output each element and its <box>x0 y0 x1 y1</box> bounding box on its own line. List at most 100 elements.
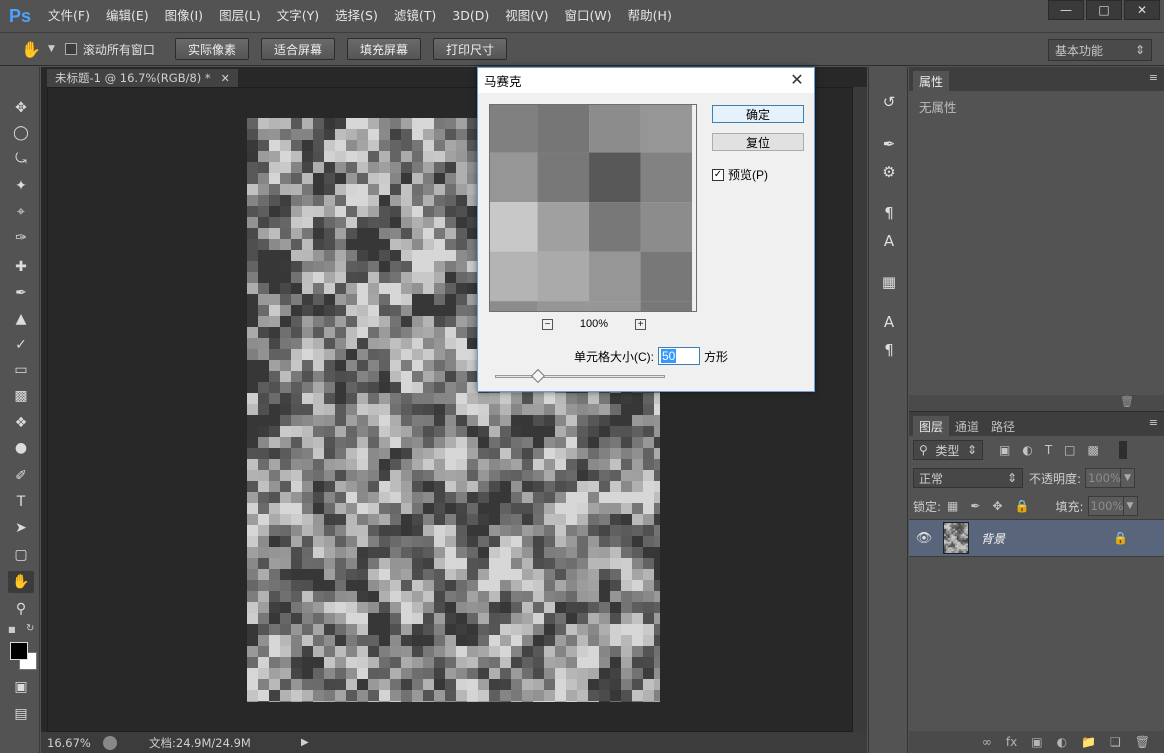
minimize-button[interactable]: — <box>1048 0 1084 20</box>
tab-channels[interactable]: 通道 <box>949 416 985 436</box>
tab-paths[interactable]: 路径 <box>985 416 1021 436</box>
paragraph-styles-icon[interactable]: ¶ <box>876 202 902 224</box>
clone-stamp-icon[interactable]: ▲ <box>8 308 34 330</box>
eyedropper-icon[interactable]: ✑ <box>8 227 34 249</box>
filter-preview[interactable] <box>489 104 697 312</box>
opacity-input[interactable]: 100% <box>1085 468 1122 488</box>
scroll-all-windows-checkbox[interactable]: 滚动所有窗口 <box>64 41 155 58</box>
gradient-tool-icon[interactable]: ▩ <box>8 385 34 407</box>
menu-type[interactable]: 文字(Y) <box>269 0 327 32</box>
crop-tool-icon[interactable]: ⌖ <box>8 201 34 223</box>
menu-help[interactable]: 帮助(H) <box>620 0 680 32</box>
actual-pixels-button[interactable]: 实际像素 <box>174 38 249 60</box>
marquee-tool-icon[interactable]: ◯ <box>8 122 34 144</box>
adjustment-layer-icon[interactable]: ◐ <box>1057 735 1067 749</box>
panel-menu-icon[interactable]: ≡ <box>1149 71 1158 84</box>
healing-brush-icon[interactable]: ✚ <box>8 256 34 278</box>
delete-icon[interactable]: 🗑 <box>1120 395 1134 411</box>
dodge-tool-icon[interactable]: ● <box>8 437 34 459</box>
document-tab[interactable]: 未标题-1 @ 16.7%(RGB/8) * ✕ <box>47 69 238 87</box>
menu-image[interactable]: 图像(I) <box>157 0 211 32</box>
blend-mode-select[interactable]: 正常 ⇕ <box>913 468 1023 488</box>
reset-button[interactable]: 复位 <box>712 133 804 151</box>
cell-size-slider[interactable] <box>495 368 665 384</box>
default-colors-icon[interactable]: ■ <box>8 625 18 635</box>
tool-preset-caret-icon[interactable]: ▼ <box>48 44 55 54</box>
close-window-button[interactable]: ✕ <box>1124 0 1160 20</box>
ok-button[interactable]: 确定 <box>712 105 804 123</box>
layer-row-background[interactable]: 👁 背景 🔒 <box>909 519 1164 557</box>
character-styles-icon[interactable]: A <box>876 230 902 252</box>
history-brush-icon[interactable]: ✓ <box>8 334 34 356</box>
menu-3d[interactable]: 3D(D) <box>444 0 497 32</box>
fill-screen-button[interactable]: 填充屏幕 <box>346 38 421 60</box>
rectangle-tool-icon[interactable]: ▢ <box>8 544 34 566</box>
preview-checkbox-box[interactable]: ✓ <box>712 168 724 181</box>
visibility-eye-icon[interactable]: 👁 <box>909 531 939 546</box>
opacity-caret-icon[interactable]: ▼ <box>1121 468 1136 488</box>
workspace-select[interactable]: 基本功能 ⇕ <box>1048 39 1152 61</box>
blur-tool-icon[interactable]: ❖ <box>8 412 34 434</box>
menu-filter[interactable]: 滤镜(T) <box>386 0 444 32</box>
panel-menu-icon[interactable]: ≡ <box>1149 416 1158 429</box>
delete-layer-icon[interactable]: 🗑 <box>1135 735 1150 749</box>
character-panel-icon[interactable]: A <box>876 311 902 333</box>
close-tab-icon[interactable]: ✕ <box>221 72 230 85</box>
tool-presets-icon[interactable]: ⚙ <box>876 161 902 183</box>
link-layers-icon[interactable]: ∞ <box>982 735 992 749</box>
close-icon[interactable]: ✕ <box>786 70 808 90</box>
slider-thumb[interactable] <box>530 368 546 384</box>
zoom-level[interactable]: 16.67% <box>41 736 95 750</box>
print-size-button[interactable]: 打印尺寸 <box>432 38 507 60</box>
layer-name[interactable]: 背景 <box>981 530 1005 547</box>
lock-transparent-icon[interactable]: ▦ <box>947 499 958 513</box>
fill-input[interactable]: 100% <box>1087 496 1124 516</box>
quick-mask-icon[interactable]: ▣ <box>8 676 34 698</box>
shape-filter-icon[interactable]: □ <box>1064 443 1075 457</box>
paragraph-panel-icon[interactable]: ¶ <box>876 339 902 361</box>
lock-all-icon[interactable]: 🔒 <box>1015 499 1030 513</box>
path-selection-icon[interactable]: ➤ <box>8 517 34 539</box>
menu-layer[interactable]: 图层(L) <box>211 0 269 32</box>
new-group-icon[interactable]: 📁 <box>1081 735 1096 749</box>
zoom-in-button[interactable]: + <box>634 318 646 330</box>
checkbox-box[interactable] <box>64 43 77 55</box>
lasso-tool-icon[interactable]: ⤿ <box>8 148 34 170</box>
zoom-out-button[interactable]: − <box>542 318 553 330</box>
move-tool-icon[interactable]: ✥ <box>8 97 34 119</box>
vertical-scrollbar[interactable] <box>853 87 867 732</box>
cell-size-input[interactable]: 50 <box>658 347 700 365</box>
layer-style-icon[interactable]: fx <box>1006 735 1017 749</box>
type-filter-icon[interactable]: T <box>1045 443 1052 457</box>
menu-edit[interactable]: 编辑(E) <box>98 0 157 32</box>
swap-colors-icon[interactable]: ↻ <box>26 623 34 634</box>
status-info-icon[interactable] <box>103 735 117 750</box>
lock-position-icon[interactable]: ✥ <box>992 499 1002 513</box>
fill-caret-icon[interactable]: ▼ <box>1123 496 1138 516</box>
preview-checkbox[interactable]: ✓ 预览(P) <box>712 166 768 183</box>
status-menu-arrow-icon[interactable]: ▶ <box>301 737 309 748</box>
menu-window[interactable]: 窗口(W) <box>557 0 620 32</box>
screen-mode-icon[interactable]: ▤ <box>8 703 34 725</box>
brush-tool-icon[interactable]: ✒ <box>8 282 34 304</box>
zoom-tool-icon[interactable]: ⚲ <box>8 598 34 620</box>
tab-properties[interactable]: 属性 <box>913 71 950 91</box>
foreground-color-swatch[interactable] <box>10 642 28 660</box>
history-panel-icon[interactable]: ↺ <box>876 91 902 113</box>
fit-screen-button[interactable]: 适合屏幕 <box>260 38 335 60</box>
magic-wand-icon[interactable]: ✦ <box>8 175 34 197</box>
layer-kind-filter[interactable]: ⚲ 类型 ⇕ <box>913 440 983 460</box>
add-mask-icon[interactable]: ▣ <box>1031 735 1042 749</box>
tab-layers[interactable]: 图层 <box>913 416 950 436</box>
pen-tool-icon[interactable]: ✐ <box>8 465 34 487</box>
dialog-titlebar[interactable]: 马赛克 ✕ <box>478 68 814 93</box>
menu-view[interactable]: 视图(V) <box>497 0 556 32</box>
hand-tool-icon[interactable]: ✋ <box>14 40 48 59</box>
smart-object-filter-icon[interactable]: ▩ <box>1088 443 1099 457</box>
maximize-button[interactable]: □ <box>1086 0 1122 20</box>
pixel-filter-icon[interactable]: ▣ <box>999 443 1010 457</box>
menu-file[interactable]: 文件(F) <box>40 0 98 32</box>
new-layer-icon[interactable]: ❏ <box>1110 735 1121 749</box>
menu-select[interactable]: 选择(S) <box>327 0 386 32</box>
lock-pixels-icon[interactable]: ✒ <box>970 499 980 513</box>
